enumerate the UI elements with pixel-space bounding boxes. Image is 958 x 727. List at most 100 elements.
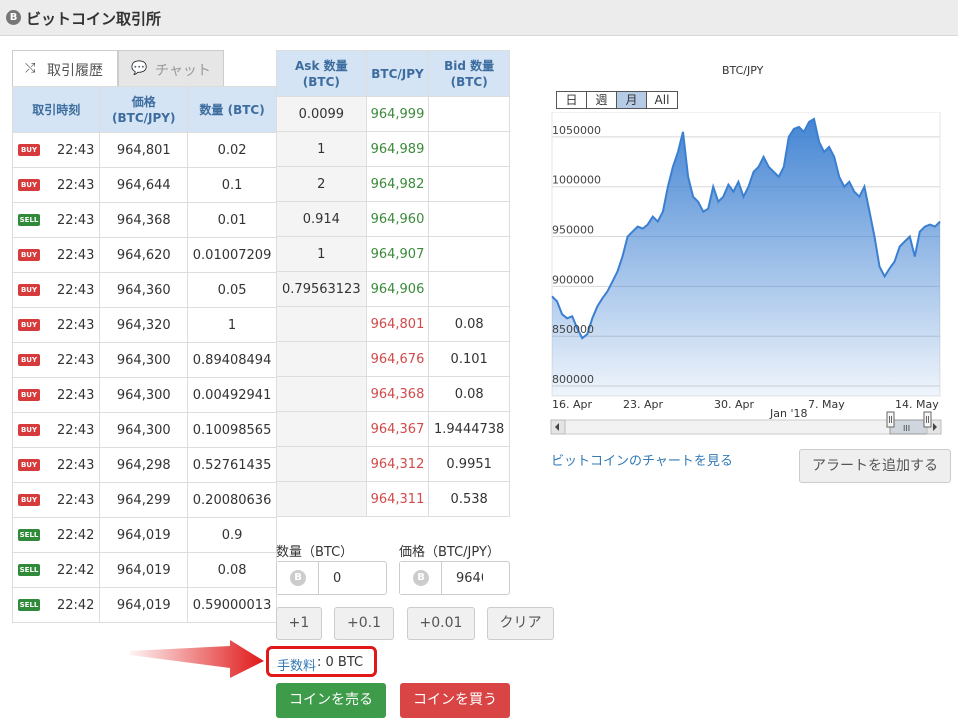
trade-qty: 0.10098565 [187, 412, 277, 448]
navigator-handle-left[interactable] [886, 411, 895, 428]
increment-0.01-button[interactable]: +0.01 [407, 607, 475, 640]
fee-display: 手数料 : 0 BTC [266, 646, 377, 677]
trade-qty: 0.05 [187, 272, 277, 308]
fee-link[interactable]: 手数料 [277, 655, 316, 674]
order-book-table: Ask 数量 (BTC) BTC/JPY Bid 数量 (BTC) 0.0099 96… [276, 50, 510, 517]
trade-price: 964,019 [99, 517, 189, 553]
navigator-handle-right[interactable] [923, 411, 932, 428]
price-label: 価格（BTC/JPY） [399, 545, 500, 560]
time-text: 22:43 [56, 317, 95, 333]
ask-row[interactable]: 1 964,989 [276, 131, 510, 167]
tab-trade-history[interactable]: ⤭ 取引履歴 [12, 50, 118, 86]
y-tick-label: 1000000 [552, 174, 601, 187]
increment-0.1-button[interactable]: +0.1 [334, 607, 394, 640]
trade-qty: 0.9 [187, 517, 277, 553]
trade-qty: 0.52761435 [187, 447, 277, 483]
sell-coin-button[interactable]: コインを売る [276, 683, 386, 718]
trade-time: BUY 22:43 [11, 482, 101, 518]
ask-qty: 0.0099 [276, 96, 367, 132]
bitcoin-addon: B [277, 562, 319, 594]
ask-price: 964,960 [365, 201, 430, 237]
side-badge: SELL [18, 214, 40, 226]
empty-cell [428, 131, 510, 167]
range-month-button[interactable]: 月 [617, 92, 647, 108]
navigator-scrollbar[interactable]: III [550, 419, 942, 435]
buy-coin-button[interactable]: コインを買う [400, 683, 510, 718]
quantity-input[interactable]: B 0 [276, 561, 387, 595]
bid-qty: 0.101 [428, 341, 510, 377]
trade-price: 964,368 [99, 202, 189, 238]
trade-time: SELL 22:42 [11, 587, 101, 623]
bid-price: 964,676 [365, 341, 430, 377]
trade-qty: 0.1 [187, 167, 277, 203]
bid-row[interactable]: 964,368 0.08 [276, 376, 510, 412]
table-row: SELL 22:42 964,019 0.59000013 [11, 587, 277, 623]
ask-row[interactable]: 0.0099 964,999 [276, 96, 510, 132]
side-badge: SELL [18, 599, 40, 611]
trade-qty: 0.01 [187, 202, 277, 238]
price-input[interactable]: B 9640 [399, 561, 510, 595]
side-badge: BUY [18, 459, 40, 471]
trade-qty: 0.08 [187, 552, 277, 588]
trade-time: BUY 22:43 [11, 412, 101, 448]
empty-cell [276, 481, 367, 517]
empty-cell [276, 376, 367, 412]
table-row: BUY 22:43 964,298 0.52761435 [11, 447, 277, 483]
bid-price: 964,312 [365, 446, 430, 482]
range-all-button[interactable]: All [647, 92, 677, 108]
bid-qty: 0.9951 [428, 446, 510, 482]
table-row: BUY 22:43 964,300 0.10098565 [11, 412, 277, 448]
y-tick-label: 950000 [552, 224, 594, 237]
chart-title: BTC/JPY [722, 64, 764, 77]
tab-label: チャット [155, 63, 211, 79]
empty-cell [428, 271, 510, 307]
x-tick-label: 14. May [895, 398, 939, 411]
ask-price: 964,906 [365, 271, 430, 307]
time-text: 22:43 [56, 387, 95, 403]
side-badge: BUY [18, 389, 40, 401]
view-chart-link[interactable]: ビットコインのチャートを見る [551, 450, 733, 469]
time-text: 22:43 [56, 142, 95, 158]
table-row: BUY 22:43 964,644 0.1 [11, 167, 277, 203]
bid-price: 964,801 [365, 306, 430, 342]
price-chart: 800000 850000 900000 950000 1000000 1050000 1… [550, 112, 942, 435]
bid-qty: 1.9444738 [428, 411, 510, 447]
trade-time: BUY 22:43 [11, 132, 101, 168]
range-day-button[interactable]: 日 [557, 92, 587, 108]
table-row: BUY 22:43 964,320 1 [11, 307, 277, 343]
bid-row[interactable]: 964,312 0.9951 [276, 446, 510, 482]
add-alert-button[interactable]: アラートを追加する [799, 449, 951, 483]
bid-price: 964,311 [365, 481, 430, 517]
ask-qty: 2 [276, 166, 367, 202]
trade-time: BUY 22:43 [11, 237, 101, 273]
time-text: 22:43 [56, 457, 95, 473]
increment-1-button[interactable]: +1 [276, 607, 322, 640]
bid-row[interactable]: 964,801 0.08 [276, 306, 510, 342]
side-badge: BUY [18, 424, 40, 436]
ask-qty: 1 [276, 236, 367, 272]
clear-button[interactable]: クリア [487, 607, 554, 640]
table-row: BUY 22:43 964,300 0.89408494 [11, 342, 277, 378]
bid-row[interactable]: 964,311 0.538 [276, 481, 510, 517]
bid-row[interactable]: 964,367 1.9444738 [276, 411, 510, 447]
trade-time: SELL 22:42 [11, 552, 101, 588]
trade-time: SELL 22:42 [11, 517, 101, 553]
price-value: 9640 [456, 571, 483, 586]
tab-chat[interactable]: 💬 チャット [118, 50, 224, 86]
side-badge: BUY [18, 319, 40, 331]
trade-price: 964,300 [99, 412, 189, 448]
column-header-qty: 数量 (BTC) [187, 86, 277, 133]
y-tick-label: 1050000 [552, 124, 601, 137]
ask-price: 964,907 [365, 236, 430, 272]
table-row: BUY 22:43 964,801 0.02 [11, 132, 277, 168]
ask-row[interactable]: 1 964,907 [276, 236, 510, 272]
ask-row[interactable]: 0.79563123 964,906 [276, 271, 510, 307]
bitcoin-addon: B [400, 562, 442, 594]
ask-qty: 1 [276, 131, 367, 167]
range-week-button[interactable]: 週 [587, 92, 617, 108]
ask-qty: 0.79563123 [276, 271, 367, 307]
trade-time: BUY 22:43 [11, 377, 101, 413]
ask-row[interactable]: 2 964,982 [276, 166, 510, 202]
bid-row[interactable]: 964,676 0.101 [276, 341, 510, 377]
ask-row[interactable]: 0.914 964,960 [276, 201, 510, 237]
